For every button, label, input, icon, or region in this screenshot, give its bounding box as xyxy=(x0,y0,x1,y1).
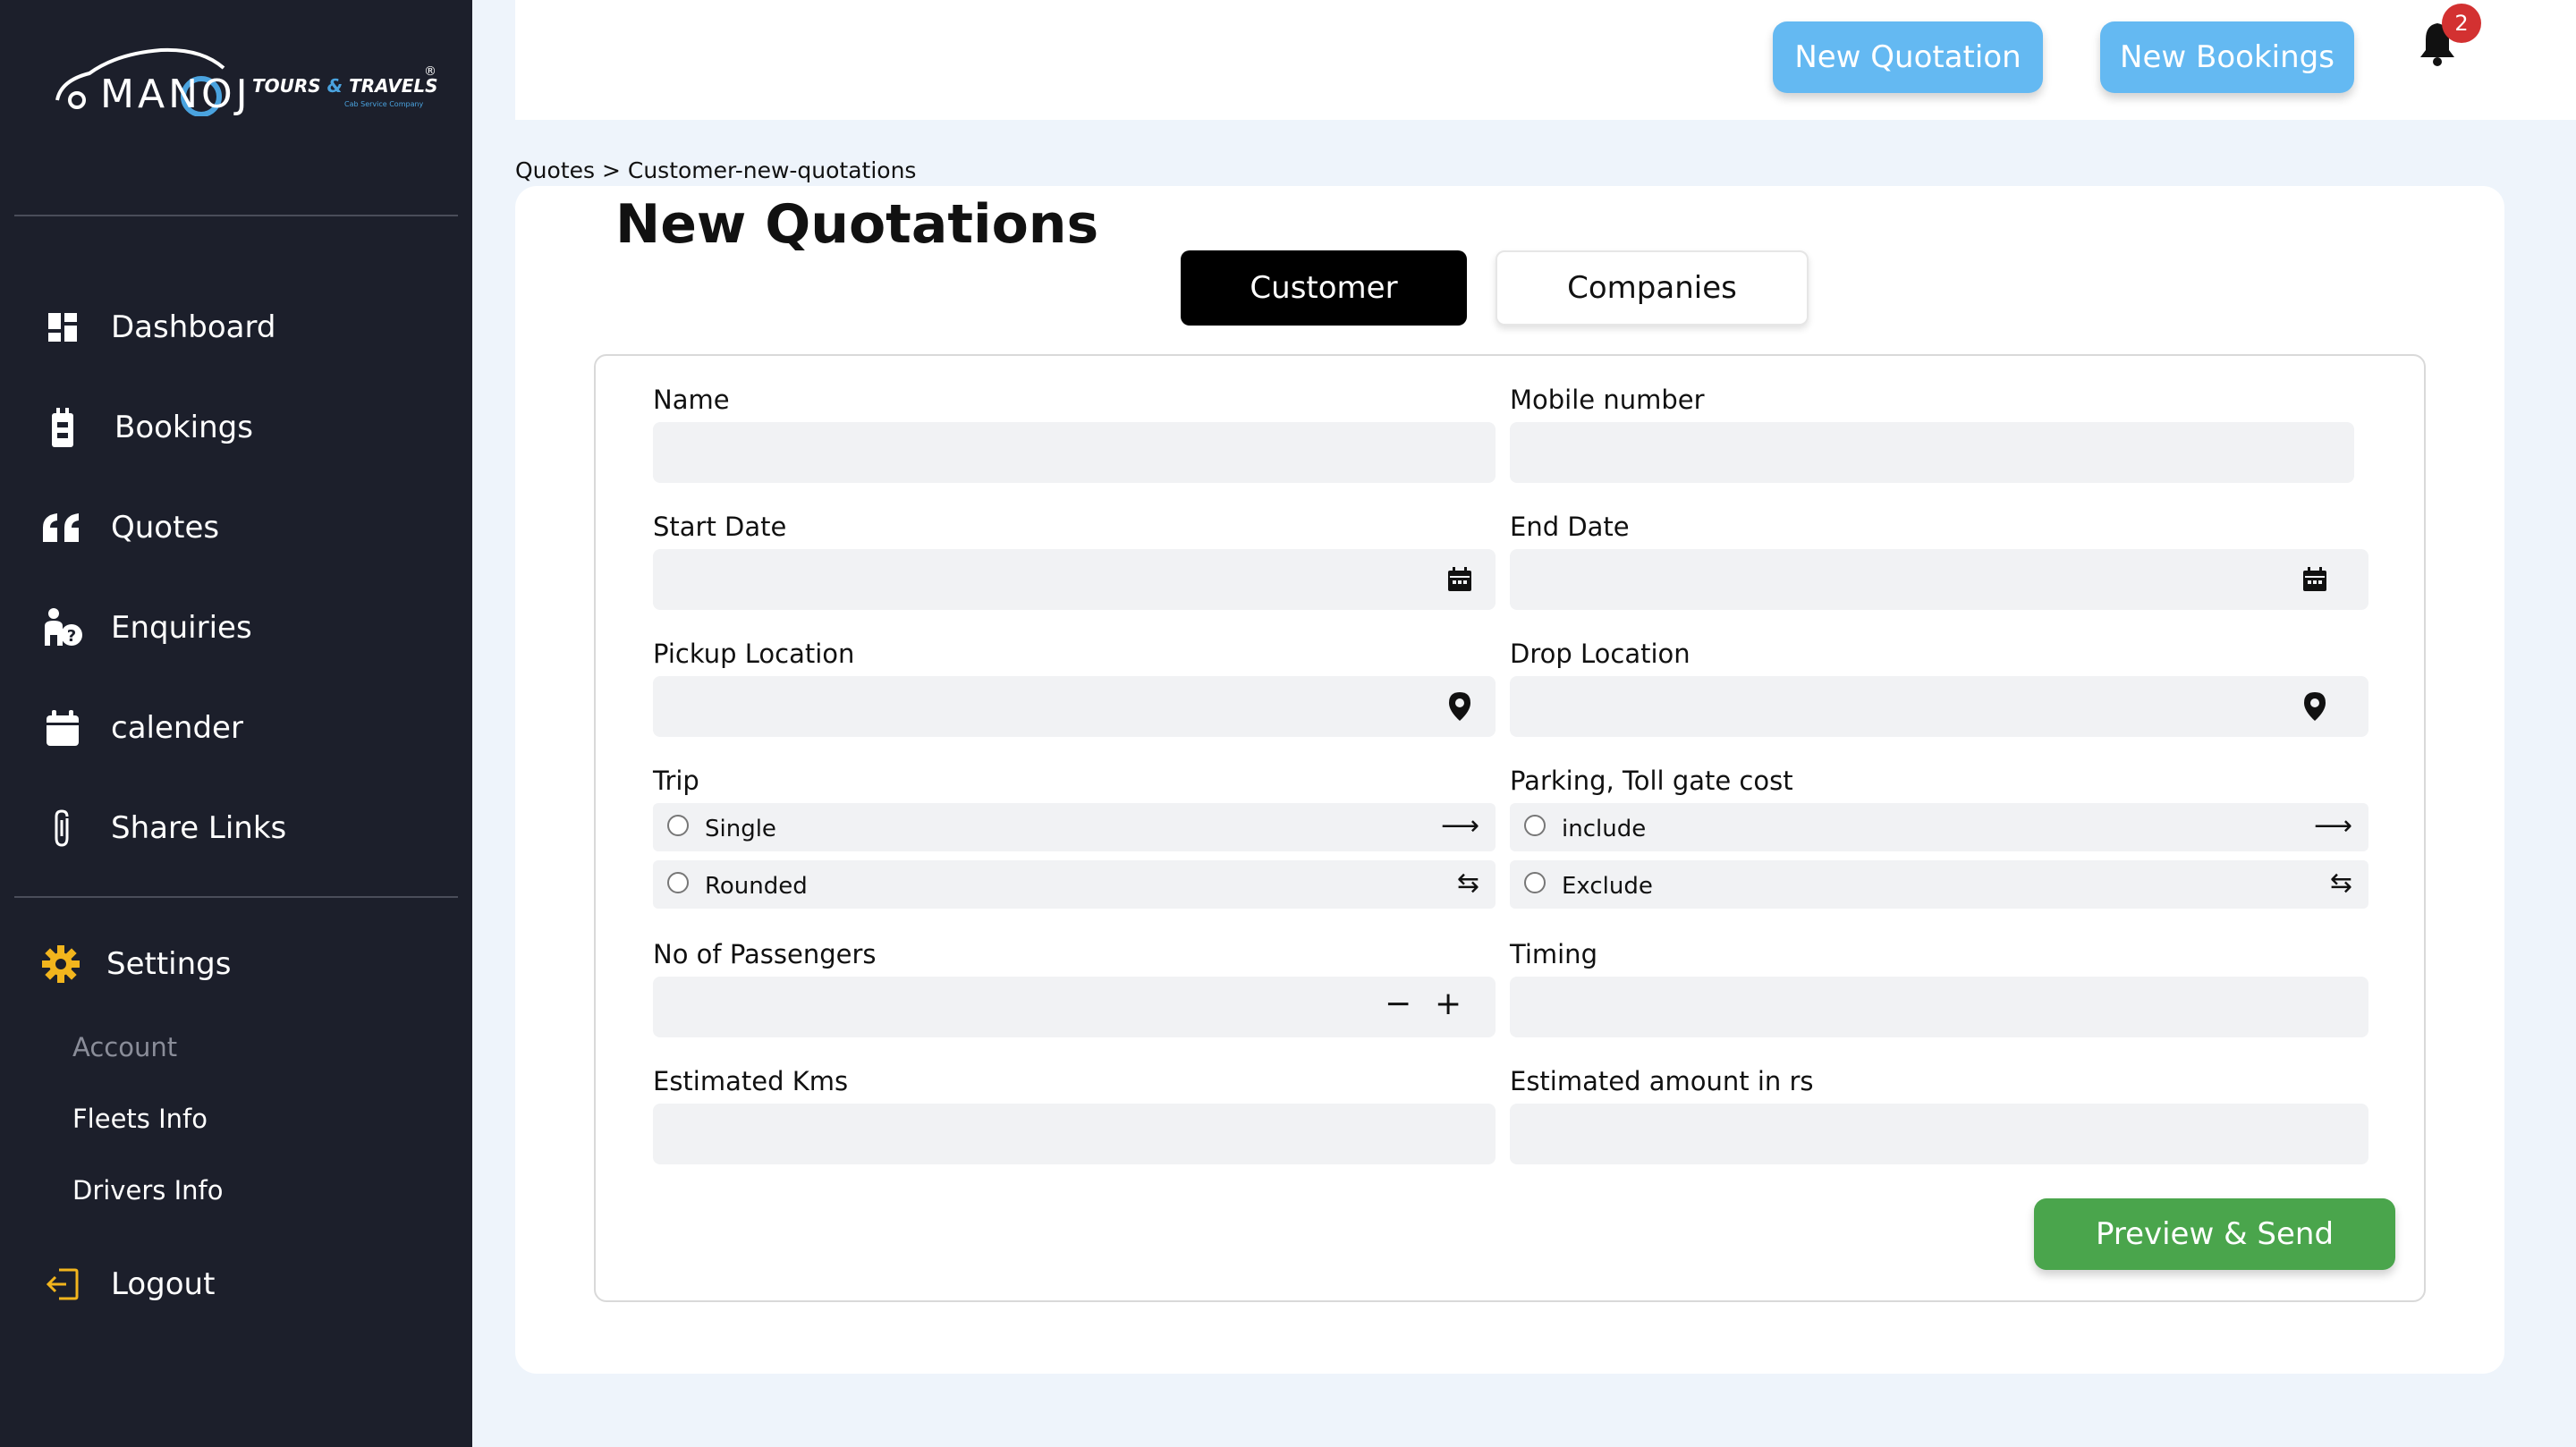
sidebar-item-label: Share Links xyxy=(111,810,287,846)
radio-button[interactable] xyxy=(1524,815,1546,836)
sidebar-item-dashboard[interactable]: Dashboard xyxy=(0,292,472,363)
dashboard-icon xyxy=(41,306,84,349)
sidebar-subitem-drivers-info[interactable]: Drivers Info xyxy=(72,1175,223,1206)
passengers-label: No of Passengers xyxy=(653,939,877,969)
page-title: New Quotations xyxy=(615,193,1099,256)
quotation-form: Name Mobile number Start Date End Date P… xyxy=(594,354,2426,1302)
brand-tagline-amp: & xyxy=(326,75,343,97)
start-date-label: Start Date xyxy=(653,512,787,542)
est-kms-label: Estimated Kms xyxy=(653,1066,849,1096)
swap-arrows-icon: ⇆ xyxy=(2329,867,2352,899)
quote-icon xyxy=(41,506,84,549)
pickup-input[interactable] xyxy=(653,676,1496,737)
sidebar-item-bookings[interactable]: Bookings xyxy=(0,392,472,463)
parking-option-exclude[interactable]: Exclude ⇆ xyxy=(1510,860,2368,909)
sidebar-divider xyxy=(14,896,458,898)
sidebar-item-label: Settings xyxy=(106,946,232,982)
name-input[interactable] xyxy=(653,422,1496,483)
arrow-right-icon: ⟶ xyxy=(1440,810,1479,842)
drop-label: Drop Location xyxy=(1510,639,1690,669)
trip-option-single[interactable]: Single ⟶ xyxy=(653,803,1496,851)
sidebar: MANOJ TOURS & TRAVELS Cab Service Compan… xyxy=(0,0,472,1447)
passengers-stepper[interactable]: − + xyxy=(653,977,1496,1037)
est-kms-input[interactable] xyxy=(653,1104,1496,1164)
gear-icon xyxy=(39,943,82,986)
new-quotation-button[interactable]: New Quotation xyxy=(1773,21,2043,93)
sidebar-item-enquiries[interactable]: ? Enquiries xyxy=(0,592,472,664)
brand-tagline: TOURS & TRAVELS xyxy=(252,75,438,97)
timing-input[interactable] xyxy=(1510,977,2368,1037)
end-date-input[interactable] xyxy=(1510,549,2368,610)
calendar-icon xyxy=(41,707,84,749)
preview-send-button[interactable]: Preview & Send xyxy=(2034,1198,2395,1270)
parking-option-include[interactable]: include ⟶ xyxy=(1510,803,2368,851)
sidebar-item-quotes[interactable]: Quotes xyxy=(0,492,472,563)
sidebar-divider xyxy=(14,215,458,216)
radio-button[interactable] xyxy=(667,815,689,836)
sidebar-item-label: Quotes xyxy=(111,510,220,546)
timing-label: Timing xyxy=(1510,939,1597,969)
decrement-button[interactable]: − xyxy=(1385,986,1411,1022)
registered-mark: ® xyxy=(424,64,436,79)
est-amount-label: Estimated amount in rs xyxy=(1510,1066,1814,1096)
logout-icon xyxy=(41,1263,84,1306)
sidebar-item-logout[interactable]: Logout xyxy=(0,1248,472,1320)
trip-label: Trip xyxy=(653,766,699,796)
sidebar-item-label: calender xyxy=(111,710,243,746)
end-date-label: End Date xyxy=(1510,512,1630,542)
start-date-input[interactable] xyxy=(653,549,1496,610)
radio-button[interactable] xyxy=(1524,872,1546,893)
brand-subtitle: Cab Service Company xyxy=(344,100,424,108)
mobile-input[interactable] xyxy=(1510,422,2354,483)
parking-label: Parking, Toll gate cost xyxy=(1510,766,1793,796)
location-pin-icon[interactable] xyxy=(2297,689,2333,724)
sidebar-item-label: Logout xyxy=(111,1266,216,1302)
option-label: include xyxy=(1562,816,1647,842)
brand-logo[interactable]: MANOJ TOURS & TRAVELS Cab Service Compan… xyxy=(54,45,447,125)
name-label: Name xyxy=(653,385,730,415)
calendar-icon[interactable] xyxy=(2297,562,2333,597)
arrow-right-icon: ⟶ xyxy=(2313,810,2352,842)
brand-tagline-left: TOURS xyxy=(252,75,321,97)
pickup-label: Pickup Location xyxy=(653,639,855,669)
quotation-card: New Quotations Customer Companies Name M… xyxy=(515,186,2504,1374)
breadcrumb: Quotes > Customer-new-quotations xyxy=(515,157,917,183)
sidebar-item-label: Enquiries xyxy=(111,610,252,646)
sidebar-item-label: Dashboard xyxy=(111,309,276,345)
est-amount-input[interactable] xyxy=(1510,1104,2368,1164)
mobile-label: Mobile number xyxy=(1510,385,1705,415)
enquiry-icon: ? xyxy=(41,606,84,649)
radio-button[interactable] xyxy=(667,872,689,893)
booking-icon xyxy=(41,406,84,449)
svg-text:?: ? xyxy=(67,627,76,646)
sidebar-item-label: Bookings xyxy=(114,410,253,445)
drop-input[interactable] xyxy=(1510,676,2368,737)
brand-name: MANOJ xyxy=(100,72,251,117)
sidebar-subitem-account[interactable]: Account xyxy=(72,1032,177,1062)
paperclip-icon xyxy=(41,807,84,850)
notification-badge: 2 xyxy=(2442,4,2481,43)
option-label: Rounded xyxy=(705,873,808,900)
trip-option-rounded[interactable]: Rounded ⇆ xyxy=(653,860,1496,909)
sidebar-subitem-fleets-info[interactable]: Fleets Info xyxy=(72,1104,208,1134)
sidebar-item-share-links[interactable]: Share Links xyxy=(0,792,472,864)
increment-button[interactable]: + xyxy=(1435,986,1462,1022)
tab-companies[interactable]: Companies xyxy=(1496,250,1809,326)
location-pin-icon[interactable] xyxy=(1442,689,1478,724)
sidebar-item-settings[interactable]: Settings xyxy=(0,928,472,1000)
sidebar-item-calendar[interactable]: calender xyxy=(0,692,472,764)
option-label: Single xyxy=(705,816,776,842)
option-label: Exclude xyxy=(1562,873,1653,900)
calendar-icon[interactable] xyxy=(1442,562,1478,597)
swap-arrows-icon: ⇆ xyxy=(1456,867,1479,899)
new-bookings-button[interactable]: New Bookings xyxy=(2100,21,2354,93)
tab-customer[interactable]: Customer xyxy=(1181,250,1467,326)
